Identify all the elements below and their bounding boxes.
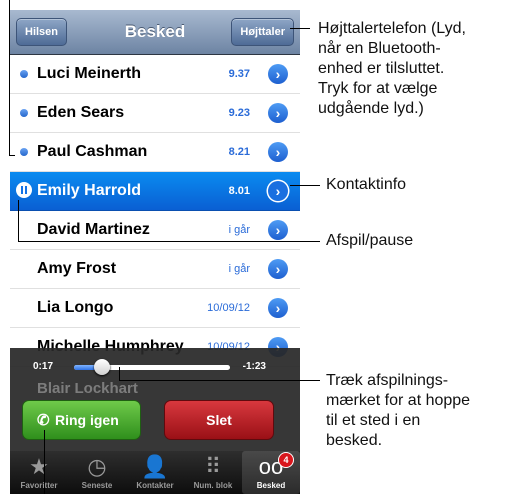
clock-icon: ◷ <box>87 454 107 479</box>
phone-screen: Hilsen Besked Højttaler Luci Meinerth 9.… <box>10 10 300 494</box>
detail-disclosure-icon[interactable]: › <box>268 181 288 201</box>
message-time: 8.21 <box>228 146 250 158</box>
message-time: 8.01 <box>228 185 250 197</box>
person-icon: 👤 <box>141 454 169 479</box>
callout-line <box>290 185 320 186</box>
delete-button[interactable]: Slet <box>164 400 274 440</box>
play-pause-callout: Afspil/pause <box>326 232 414 249</box>
voicemail-row[interactable]: Amy Frost i går › <box>10 250 300 289</box>
callout-line <box>18 241 320 242</box>
remaining-time: -1:23 <box>242 361 266 372</box>
callout-text: besked. <box>326 432 383 449</box>
message-time: 9.23 <box>228 107 250 119</box>
tab-contacts[interactable]: 👤 Kontakter <box>126 451 184 494</box>
caller-name: Paul Cashman <box>37 143 148 160</box>
tab-label: Kontakter <box>136 481 174 490</box>
caller-name: Emily Harrold <box>37 182 142 199</box>
callout-text: til et sted i en <box>326 412 421 429</box>
playback-panel: 0:17 -1:23 Blair Lockhart ✆ Ring igen Sl… <box>10 348 300 462</box>
voicemail-row[interactable]: Eden Sears 9.23 › <box>10 94 300 133</box>
voicemail-list: Luci Meinerth 9.37 › Eden Sears 9.23 › P… <box>10 55 300 367</box>
callout-line <box>9 0 10 155</box>
callout-text: mærket for at hoppe <box>326 392 471 409</box>
detail-disclosure-icon[interactable]: › <box>268 220 288 240</box>
unread-dot-icon <box>20 148 28 156</box>
hidden-row-name: Blair Lockhart <box>37 380 138 397</box>
detail-disclosure-icon[interactable]: › <box>268 259 288 279</box>
scrub-callout: Træk afspilnings- mærket for at hoppe ti… <box>326 371 470 451</box>
callout-line <box>9 155 15 156</box>
caller-name: David Martinez <box>37 221 150 238</box>
voicemail-row[interactable]: Paul Cashman 8.21 › <box>10 133 300 172</box>
star-icon: ★ <box>29 454 49 479</box>
call-back-label: Ring igen <box>55 412 119 428</box>
pause-icon[interactable] <box>16 182 32 198</box>
voicemail-row-selected[interactable]: Emily Harrold 8.01 › <box>10 172 300 211</box>
tab-label: Seneste <box>81 481 113 490</box>
callout-text: enhed er tilsluttet. <box>318 60 445 77</box>
callout-text: Træk afspilnings- <box>326 372 449 389</box>
callout-text: Højttalertelefon (Lyd, <box>318 20 466 37</box>
scrubber-thumb[interactable] <box>94 359 111 375</box>
detail-disclosure-icon[interactable]: › <box>268 298 288 318</box>
message-time: 9.37 <box>228 68 250 80</box>
tab-label: Favoritter <box>20 481 58 490</box>
caller-name: Amy Frost <box>37 260 117 277</box>
tab-keypad[interactable]: ⠿ Num. blok <box>184 451 242 494</box>
unread-dot-icon <box>20 70 28 78</box>
speaker-button[interactable]: Højttaler <box>231 18 294 46</box>
tab-recents[interactable]: ◷ Seneste <box>68 451 126 494</box>
contact-info-callout: Kontaktinfo <box>326 176 407 193</box>
navigation-bar: Hilsen Besked Højttaler <box>10 10 300 55</box>
tab-favorites[interactable]: ★ Favoritter <box>10 451 68 494</box>
tab-label: Num. blok <box>193 481 233 490</box>
caller-name: Eden Sears <box>37 104 125 121</box>
tab-label: Besked <box>256 481 286 490</box>
phone-icon: ✆ <box>37 412 50 429</box>
unread-badge: 4 <box>278 452 294 468</box>
callout-line <box>44 430 45 494</box>
message-time: i går <box>228 263 250 275</box>
callout-text: når en Bluetooth- <box>318 40 441 57</box>
tab-voicemail[interactable]: ᴏᴏ 4 Besked <box>242 451 300 494</box>
message-time: 10/09/12 <box>207 302 250 314</box>
tab-bar: ★ Favoritter ◷ Seneste 👤 Kontakter ⠿ Num… <box>10 451 300 494</box>
detail-disclosure-icon[interactable]: › <box>268 103 288 123</box>
detail-disclosure-icon[interactable]: › <box>268 142 288 162</box>
callout-line <box>119 380 320 381</box>
callout-text: udgående lyd.) <box>318 100 424 117</box>
voicemail-row[interactable]: Lia Longo 10/09/12 › <box>10 289 300 328</box>
callout-text: Tryk for at vælge <box>318 80 438 97</box>
voicemail-row[interactable]: David Martinez i går › <box>10 211 300 250</box>
callout-line <box>119 367 120 380</box>
callout-line <box>18 200 19 241</box>
call-back-button[interactable]: ✆ Ring igen <box>22 400 141 440</box>
message-time: i går <box>228 224 250 236</box>
caller-name: Luci Meinerth <box>37 65 142 82</box>
scrubber-track[interactable] <box>74 359 230 375</box>
elapsed-time: 0:17 <box>33 361 54 372</box>
keypad-icon: ⠿ <box>204 454 222 479</box>
callout-line <box>290 28 310 29</box>
unread-dot-icon <box>20 109 28 117</box>
detail-disclosure-icon[interactable]: › <box>268 64 288 84</box>
speaker-callout: Højttalertelefon (Lyd, når en Bluetooth-… <box>318 19 466 119</box>
caller-name: Lia Longo <box>37 299 114 316</box>
voicemail-row[interactable]: Luci Meinerth 9.37 › <box>10 55 300 94</box>
